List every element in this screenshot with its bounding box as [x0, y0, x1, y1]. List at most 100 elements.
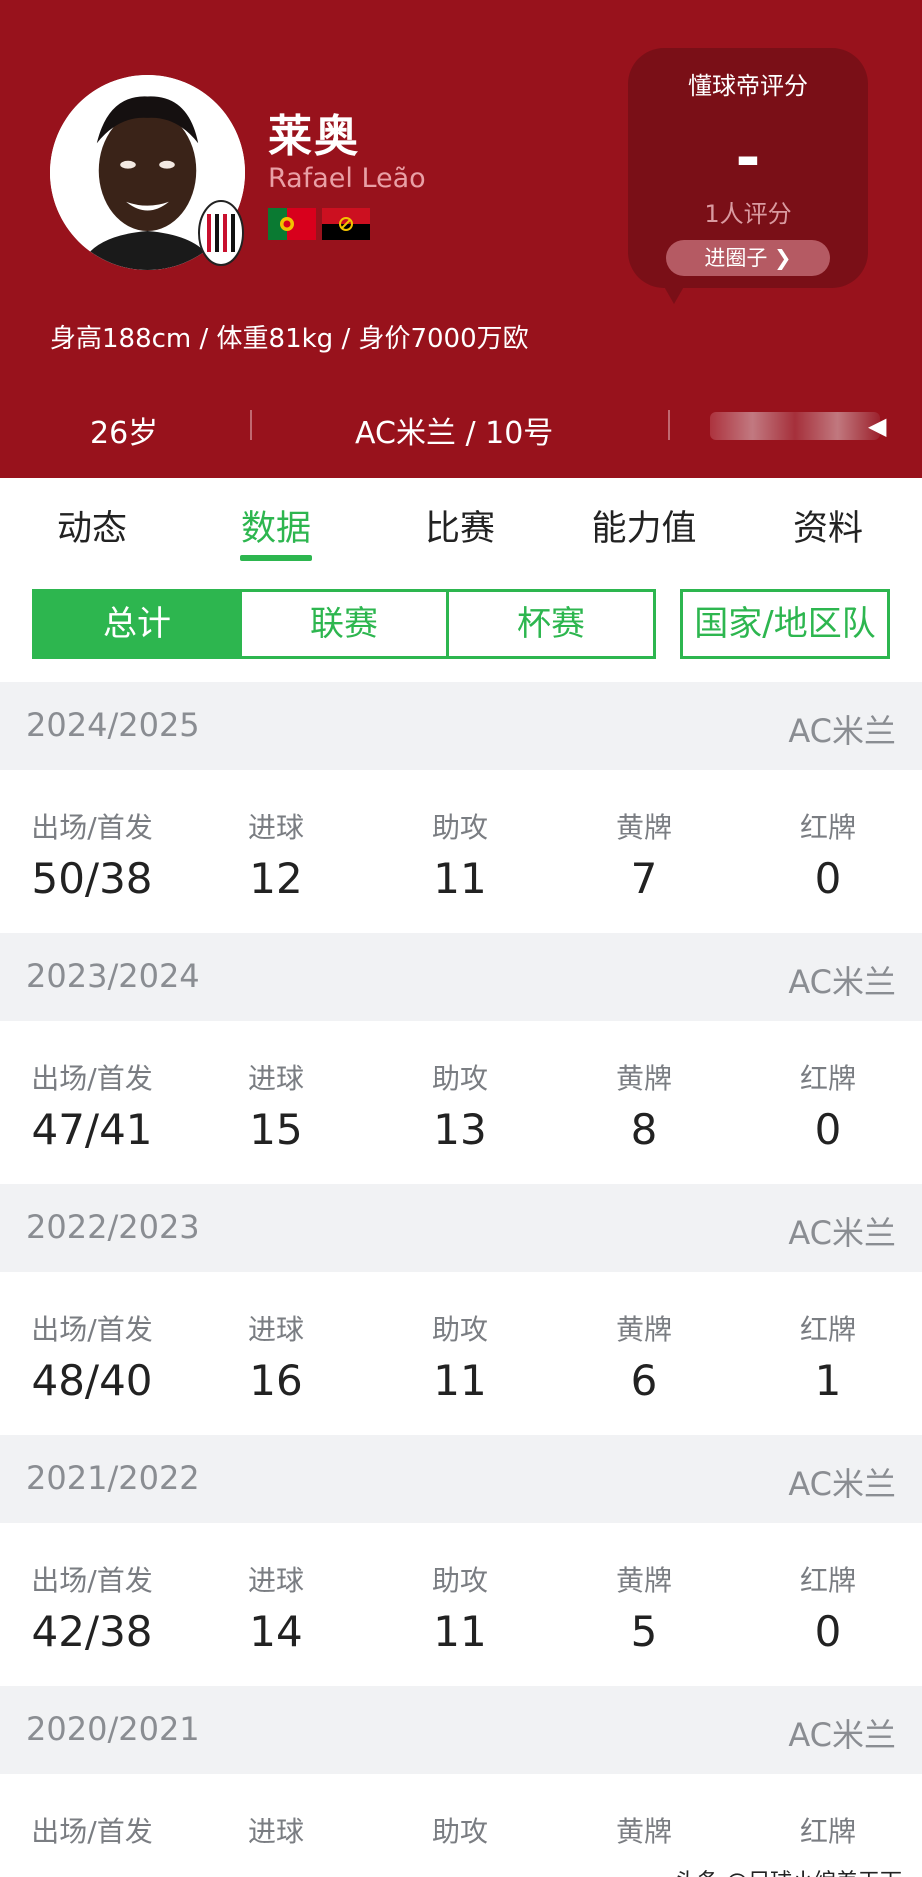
- season-year: 2023/2024: [26, 957, 200, 995]
- stat-label: 进球: [247, 1062, 304, 1095]
- stat-label: 出场/首发: [31, 1564, 153, 1597]
- rating-count: 1人评分: [704, 200, 792, 228]
- divider: [668, 410, 670, 440]
- stat-value: 7: [630, 854, 658, 903]
- season-stats-row: 出场/首发 50/38 进球 12 助攻 11 黄牌 7 红牌 0: [0, 770, 922, 933]
- stat-value: 12: [249, 854, 303, 903]
- stat-label: 助攻: [431, 1313, 488, 1346]
- season-club: AC米兰: [788, 1465, 896, 1503]
- stat-label: 出场/首发: [31, 1313, 153, 1346]
- tab-data[interactable]: 数据: [184, 500, 368, 551]
- season-year: 2020/2021: [26, 1710, 200, 1748]
- stat-label: 黄牌: [615, 1313, 672, 1346]
- tab-ability[interactable]: 能力值: [552, 500, 736, 551]
- stat-value: 0: [814, 854, 842, 903]
- season-stats-row: 出场/首发 42/38 进球 14 助攻 11 黄牌 5 红牌 0: [0, 1523, 922, 1686]
- stat-label: 出场/首发: [31, 811, 153, 844]
- player-age: 26岁: [90, 416, 159, 451]
- season-year: 2022/2023: [26, 1208, 200, 1246]
- tab-news[interactable]: 动态: [0, 500, 184, 551]
- player-header: 莱奥 Rafael Leão 身高188cm / 体重81kg / 身价7000…: [0, 0, 922, 478]
- season-club: AC米兰: [788, 1716, 896, 1754]
- stat-value: 14: [249, 1607, 303, 1656]
- tab-matches[interactable]: 比赛: [368, 500, 552, 551]
- stat-label: 黄牌: [615, 1564, 672, 1597]
- season-year: 2024/2025: [26, 706, 200, 744]
- stat-value: 11: [433, 1607, 487, 1656]
- stat-value: 48/40: [31, 1356, 153, 1405]
- stat-label: 红牌: [799, 1313, 856, 1346]
- portugal-flag-icon: [268, 208, 316, 240]
- tab-profile[interactable]: 资料: [736, 500, 920, 551]
- stat-label: 进球: [247, 1564, 304, 1597]
- stat-value: 15: [249, 1105, 303, 1154]
- enter-circle-label: 进圈子: [704, 246, 768, 270]
- rating-card: 懂球帝评分 - 1人评分 进圈子 ❯: [628, 48, 868, 288]
- season-header[interactable]: 2020/2021 AC米兰: [0, 1686, 922, 1774]
- player-name: 莱奥: [268, 111, 360, 162]
- season-stats-row: 出场/首发 进球 助攻 黄牌 红牌: [0, 1774, 922, 1877]
- rating-value: -: [735, 123, 761, 193]
- filter-cup[interactable]: 杯赛: [446, 589, 656, 659]
- stat-value: 0: [814, 1105, 842, 1154]
- season-stats-row: 出场/首发 48/40 进球 16 助攻 11 黄牌 6 红牌 1: [0, 1272, 922, 1435]
- player-latin-name: Rafael Leão: [268, 163, 426, 194]
- caret-left-icon[interactable]: ◀: [868, 412, 886, 440]
- blurred-info: [710, 412, 880, 440]
- stat-label: 助攻: [431, 1815, 488, 1848]
- stat-label: 进球: [247, 1815, 304, 1848]
- active-tab-indicator: [240, 555, 312, 561]
- season-club: AC米兰: [788, 963, 896, 1001]
- tab-bar: 动态 数据 比赛 能力值 资料: [0, 478, 922, 570]
- stat-value: 0: [814, 1607, 842, 1656]
- stat-label: 黄牌: [615, 1815, 672, 1848]
- stat-label: 助攻: [431, 1564, 488, 1597]
- stat-label: 红牌: [799, 1564, 856, 1597]
- season-club: AC米兰: [788, 712, 896, 750]
- season-header[interactable]: 2024/2025 AC米兰: [0, 682, 922, 770]
- stat-value: 8: [630, 1105, 658, 1154]
- enter-circle-button[interactable]: 进圈子 ❯: [666, 240, 830, 276]
- chevron-right-icon: ❯: [774, 246, 792, 270]
- stat-value: 11: [433, 1356, 487, 1405]
- stat-label: 红牌: [799, 1815, 856, 1848]
- stat-label: 红牌: [799, 1062, 856, 1095]
- stat-value: 6: [630, 1356, 658, 1405]
- season-header[interactable]: 2022/2023 AC米兰: [0, 1184, 922, 1272]
- stat-label: 红牌: [799, 811, 856, 844]
- stat-label: 黄牌: [615, 1062, 672, 1095]
- stat-value: 42/38: [31, 1607, 153, 1656]
- stat-label: 助攻: [431, 811, 488, 844]
- stat-label: 出场/首发: [31, 1062, 153, 1095]
- season-header[interactable]: 2021/2022 AC米兰: [0, 1435, 922, 1523]
- ac-milan-badge-icon: [198, 200, 244, 266]
- player-bio: 身高188cm / 体重81kg / 身价7000万欧: [50, 324, 529, 354]
- watermark: 头条 @足球小编差天下: [675, 1864, 902, 1877]
- rating-bubble-tail: [658, 276, 690, 304]
- angola-flag-icon: [322, 208, 370, 240]
- stat-label: 黄牌: [615, 811, 672, 844]
- player-club-number[interactable]: AC米兰 / 10号: [355, 408, 553, 452]
- rating-title: 懂球帝评分: [688, 72, 808, 100]
- stat-value: 13: [433, 1105, 487, 1154]
- divider: [250, 410, 252, 440]
- stat-value: 11: [433, 854, 487, 903]
- stat-label: 进球: [247, 1313, 304, 1346]
- season-header[interactable]: 2023/2024 AC米兰: [0, 933, 922, 1021]
- stat-label: 出场/首发: [31, 1815, 153, 1848]
- season-stats-row: 出场/首发 47/41 进球 15 助攻 13 黄牌 8 红牌 0: [0, 1021, 922, 1184]
- stat-value: 1: [814, 1356, 842, 1405]
- stat-value: 47/41: [31, 1105, 153, 1154]
- season-stats-list: 2024/2025 AC米兰 出场/首发 50/38 进球 12 助攻 11 黄牌 7 红牌 0 202…: [0, 682, 922, 1877]
- stat-value: 50/38: [31, 854, 153, 903]
- season-club: AC米兰: [788, 1214, 896, 1252]
- filter-league[interactable]: 联赛: [239, 589, 449, 659]
- stat-label: 进球: [247, 811, 304, 844]
- season-year: 2021/2022: [26, 1459, 200, 1497]
- filter-total[interactable]: 总计: [32, 589, 242, 659]
- stat-value: 16: [249, 1356, 303, 1405]
- filter-national-team[interactable]: 国家/地区队: [680, 589, 890, 659]
- stat-label: 助攻: [431, 1062, 488, 1095]
- stat-value: 5: [630, 1607, 658, 1656]
- player-meta-row: 26岁 AC米兰 / 10号 ◀: [0, 400, 922, 454]
